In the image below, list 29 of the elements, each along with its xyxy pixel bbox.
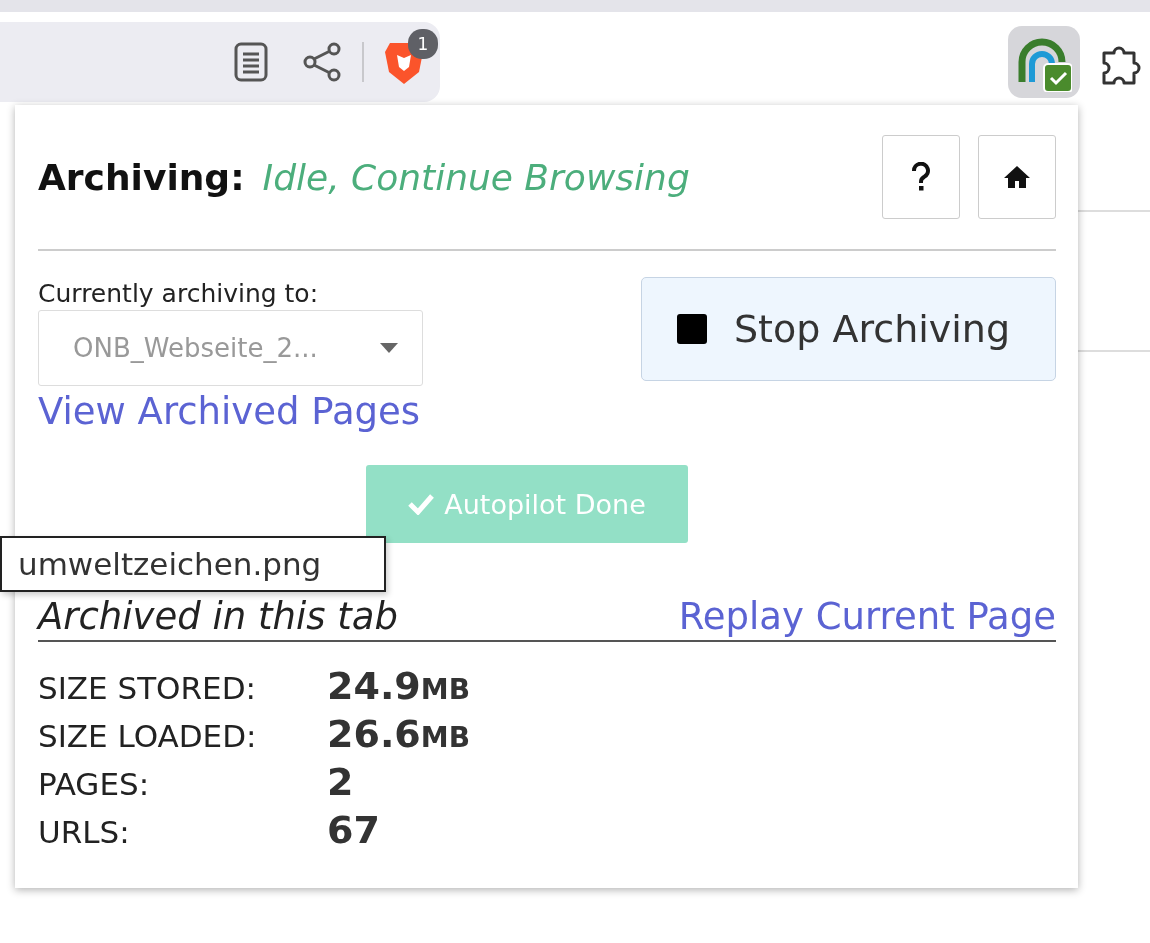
home-icon	[1003, 165, 1031, 189]
stat-value: 67	[327, 808, 381, 852]
stat-label: PAGES:	[38, 766, 151, 802]
stop-archiving-button[interactable]: Stop Archiving	[641, 277, 1056, 381]
notification-badge: 1	[408, 29, 438, 59]
help-button[interactable]	[882, 135, 960, 219]
stat-label: SIZE STORED:	[38, 670, 257, 706]
view-archived-pages-link[interactable]: View Archived Pages	[38, 390, 421, 433]
replay-current-page-link[interactable]: Replay Current Page	[678, 595, 1056, 638]
home-button[interactable]	[978, 135, 1056, 219]
extension-button[interactable]	[1008, 26, 1080, 98]
stat-label: URLS:	[38, 814, 131, 850]
question-mark-icon	[911, 162, 931, 192]
reader-mode-icon[interactable]	[234, 42, 268, 82]
stop-icon	[676, 313, 708, 345]
collection-select[interactable]: ONB_Webseite_2...	[38, 310, 423, 386]
check-icon	[408, 493, 435, 515]
caret-icon	[380, 343, 398, 353]
tooltip: umweltzeichen.png	[0, 536, 386, 592]
archiving-title: Archiving:	[38, 156, 245, 198]
archive-label: Currently archiving to:	[38, 279, 319, 308]
stat-value: 26.6MB	[327, 712, 471, 756]
stat-value: 2	[327, 760, 355, 804]
archiving-status: Idle, Continue Browsing	[262, 156, 690, 198]
share-icon[interactable]	[302, 42, 342, 82]
section-title: Archived in this tab	[38, 595, 398, 638]
address-bar[interactable]: 1	[0, 22, 440, 102]
stat-value: 24.9MB	[327, 664, 471, 708]
stat-label: SIZE LOADED:	[38, 718, 258, 754]
